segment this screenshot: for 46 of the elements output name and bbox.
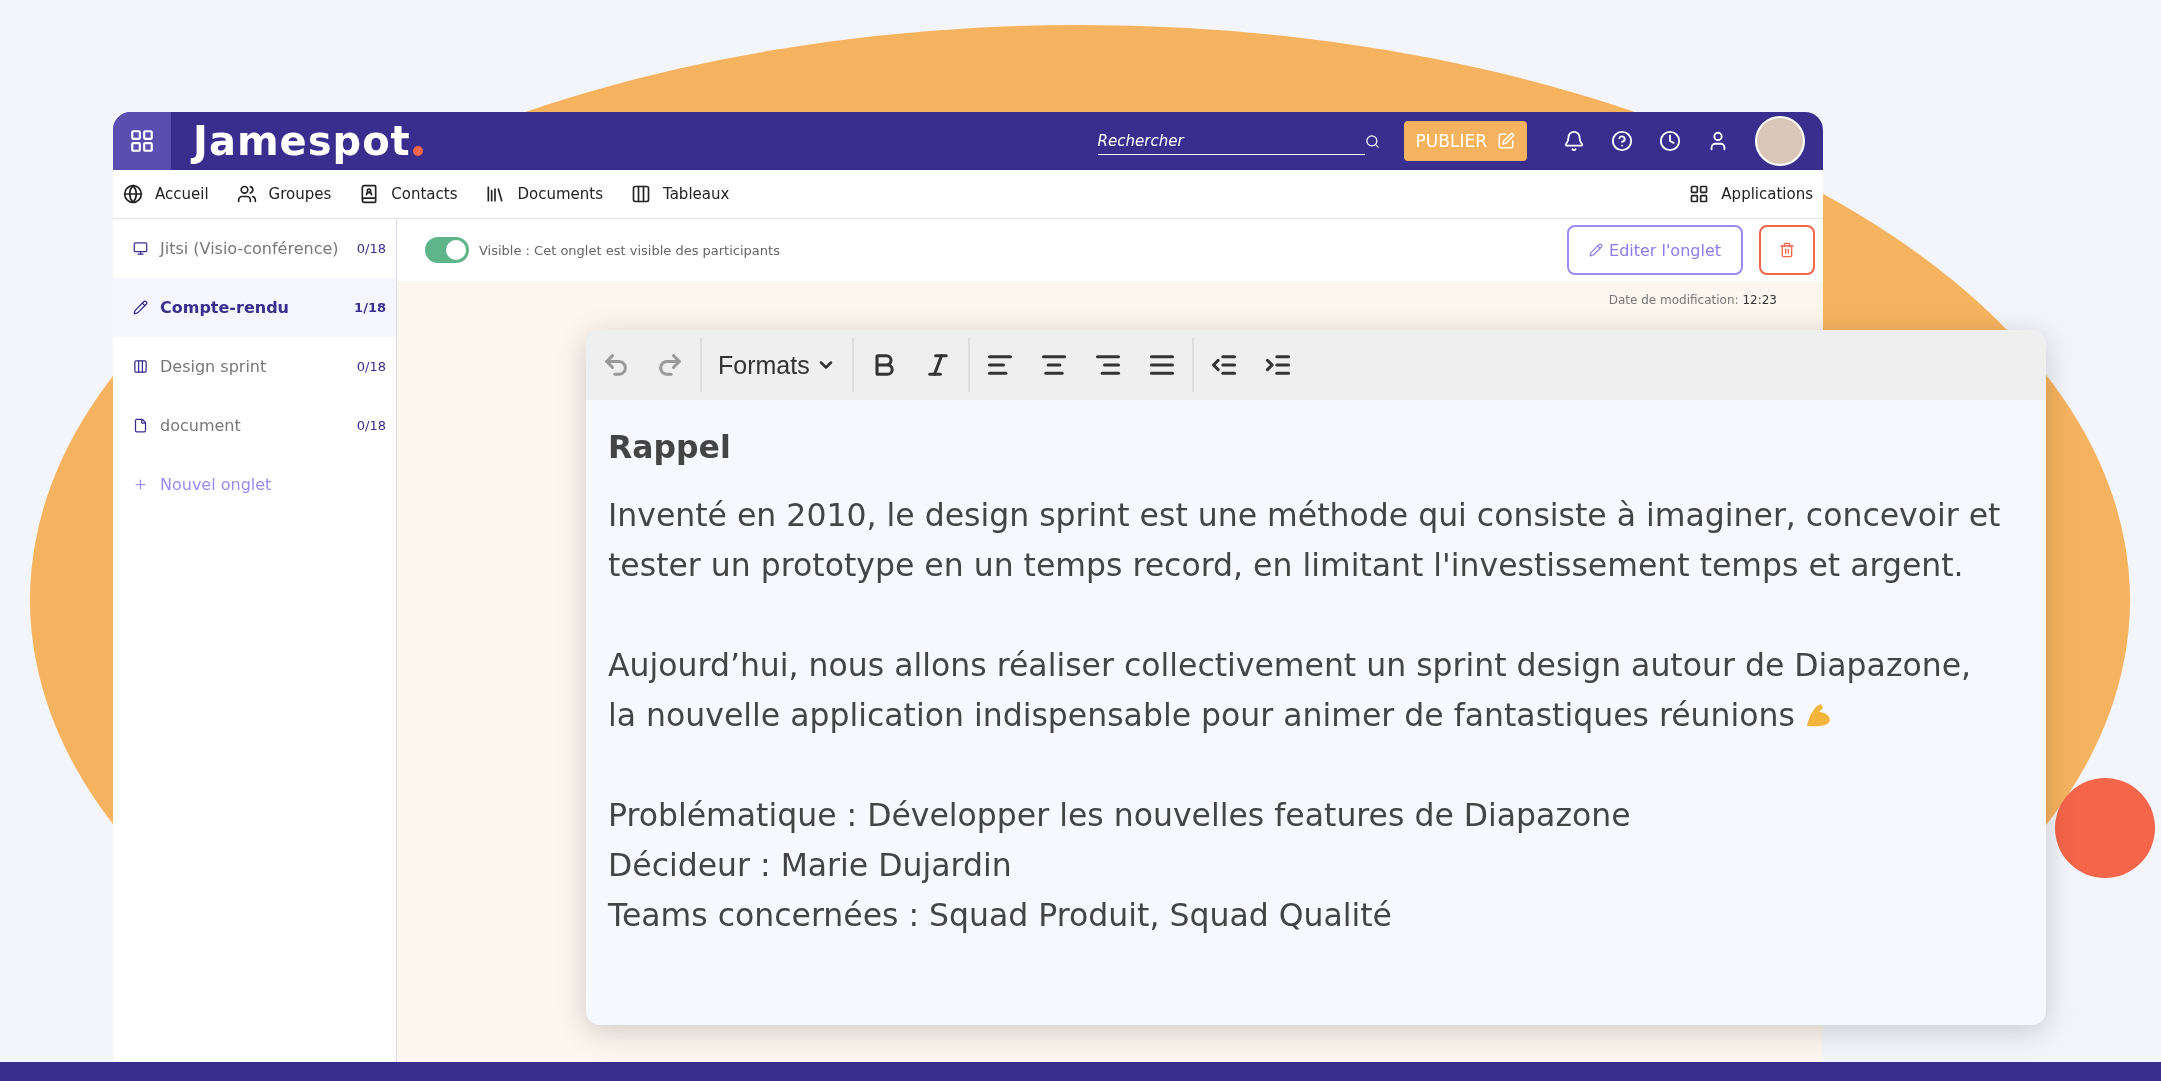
nav-link[interactable]: Groupes — [236, 184, 332, 204]
users-icon — [236, 184, 257, 204]
tab-label: document — [160, 416, 242, 435]
tab-count: 0/18 — [356, 241, 386, 256]
bell-icon[interactable] — [1563, 130, 1585, 152]
undo-icon — [602, 351, 630, 379]
applications-link[interactable]: Applications — [1689, 184, 1813, 204]
delete-button[interactable] — [1759, 225, 1815, 275]
plus-icon — [133, 477, 148, 492]
editor-paragraph: Inventé en 2010, le design sprint est une méthode qui consiste à imaginer, concevoir et tester un prototype en un temps record, en limitant l'investissement temps et argent. — [608, 496, 2002, 585]
editor-paragraph: Aujourd’hui, nous allons réaliser collectivement un sprint design autour de Diapazone, la nouvelle application indispensable pour animer de fantastiques réunions — [608, 646, 1973, 735]
contacts-icon — [359, 184, 380, 204]
editor-paragraph: Décideur : Marie Dujardin — [608, 846, 1013, 885]
redo-icon — [656, 351, 684, 379]
apps-grid-button[interactable] — [113, 112, 171, 170]
nav-link[interactable]: Tableaux — [631, 184, 730, 204]
clock-icon[interactable] — [1659, 130, 1681, 152]
formats-dropdown[interactable]: Formats — [714, 346, 840, 384]
pencil-icon — [1589, 243, 1603, 257]
tab-label: Design sprint — [160, 357, 268, 376]
grid-icon — [1689, 184, 1710, 204]
tab-label: Compte-rendu — [160, 298, 290, 317]
trash-icon — [1779, 242, 1795, 258]
nav-link[interactable]: Contacts — [359, 184, 458, 204]
editor-heading: Rappel — [608, 428, 732, 467]
nav-link[interactable]: Documents — [485, 184, 603, 204]
modification-date: Date de modification: 12:23 — [1608, 293, 1777, 307]
editor-paragraph: Problématique : Développer les nouvelles features de Diapazone — [608, 796, 1632, 835]
search-icon — [1364, 133, 1380, 149]
tab-count: 0/18 — [356, 418, 386, 433]
globe-icon — [123, 184, 143, 204]
grid-icon — [129, 128, 155, 154]
nav-link[interactable]: Accueil — [123, 184, 209, 204]
visibility-toggle[interactable] — [425, 237, 469, 263]
avatar[interactable] — [1755, 116, 1805, 166]
tab-label: Jitsi (Visio-conférence) — [160, 239, 340, 258]
sidebar-tab[interactable]: Compte-rendu 1/18 — [113, 278, 396, 337]
tab-count: 1/18 — [354, 300, 386, 315]
tab-count: 0/18 — [356, 359, 386, 374]
logo-dot-icon — [412, 146, 423, 156]
visibility-label: Visible : Cet onglet est visible des participants — [479, 242, 780, 258]
help-icon[interactable] — [1611, 130, 1633, 152]
board-icon — [631, 184, 651, 204]
editor-paragraph: Teams concernées : Squad Produit, Squad Qualité — [608, 896, 1393, 935]
search-field[interactable]: Rechercher — [1097, 127, 1365, 155]
edit-icon — [1497, 132, 1515, 150]
